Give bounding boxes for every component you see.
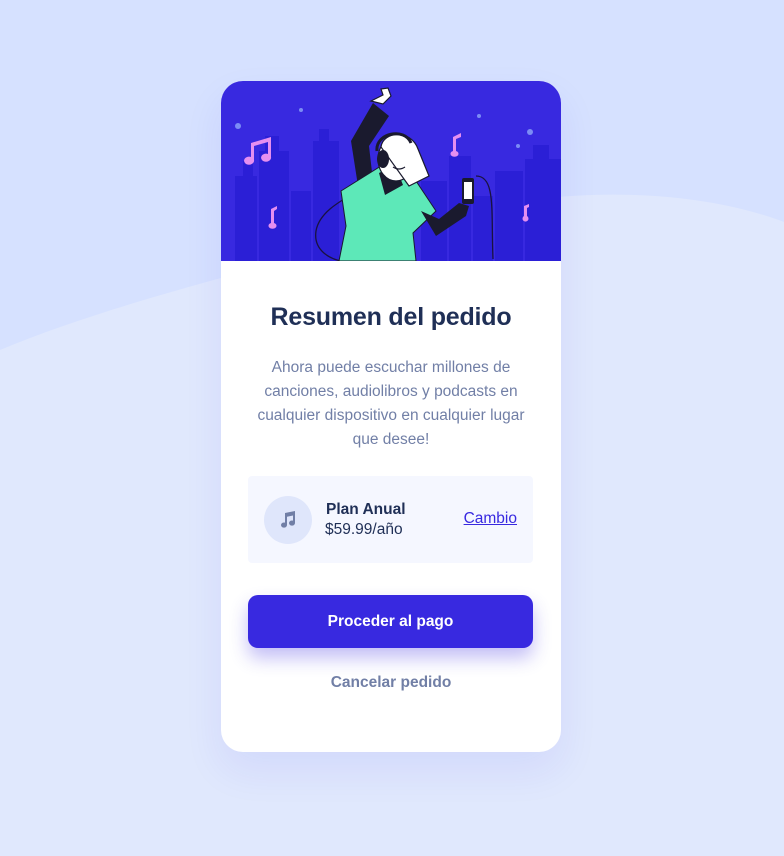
plan-name: Plan Anual (326, 501, 406, 518)
order-summary-card: Resumen del pedido Ahora puede escuchar … (221, 81, 561, 752)
proceed-to-payment-button[interactable]: Proceder al pago (248, 595, 533, 648)
music-note-icon (264, 496, 312, 544)
cancel-order-button[interactable]: Cancelar pedido (221, 674, 561, 692)
page-title: Resumen del pedido (270, 303, 512, 331)
plan-panel: Plan Anual $59.99/año Cambio (248, 476, 533, 563)
summary-description: Ahora puede escuchar millones de cancion… (257, 359, 525, 448)
hero-illustration (221, 81, 561, 261)
plan-price: $59.99/año (325, 521, 403, 538)
change-plan-link[interactable]: Cambio (464, 510, 517, 528)
